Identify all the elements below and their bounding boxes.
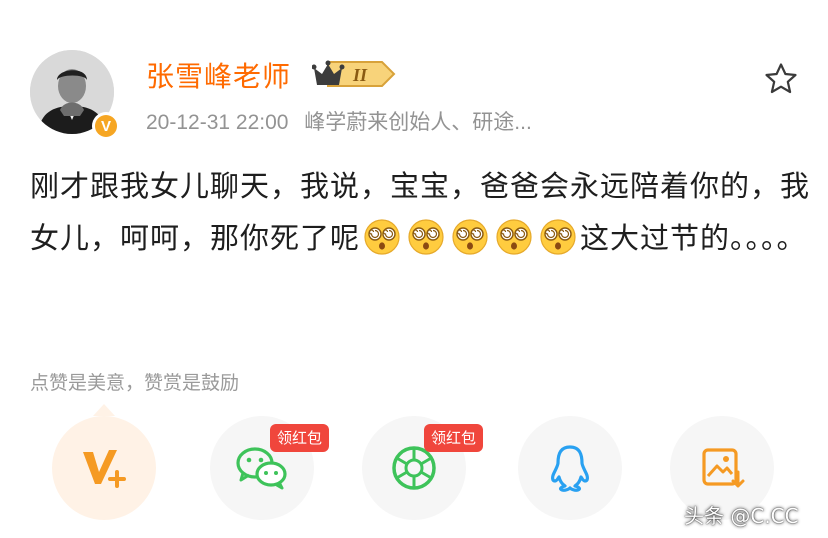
red-packet-badge-moments: 领红包 bbox=[424, 424, 484, 452]
dizzy-face-emoji bbox=[451, 218, 489, 256]
dizzy-face-emoji bbox=[539, 218, 577, 256]
selection-pointer bbox=[93, 404, 115, 416]
post-content: 刚才跟我女儿聊天，我说，宝宝，爸爸会永远陪着你的，我女儿，呵呵，那你死了呢 这大过… bbox=[30, 160, 810, 264]
emoji-group bbox=[360, 218, 580, 256]
save-image-icon bbox=[702, 448, 745, 488]
post-text-end: 这大过节的。。。。 bbox=[580, 221, 807, 255]
share-button-vplus[interactable] bbox=[52, 416, 156, 520]
author-name[interactable]: 张雪峰老师 bbox=[146, 55, 291, 95]
reward-tip: 点赞是美意，赞赏是鼓励 bbox=[30, 372, 240, 394]
favorite-star-icon[interactable] bbox=[764, 62, 798, 96]
post-time: 20-12-31 22:00 bbox=[146, 111, 289, 134]
level-crown-icon: II bbox=[312, 60, 396, 87]
qq-icon bbox=[551, 445, 589, 492]
verified-mark: V bbox=[95, 115, 117, 137]
share-button-qq[interactable] bbox=[518, 416, 622, 520]
verified-badge-icon: V bbox=[92, 112, 120, 140]
post-meta: 20-12-31 22:00 峰学蔚来创始人、研途... bbox=[146, 106, 532, 136]
dizzy-face-emoji bbox=[363, 218, 401, 256]
v-plus-icon bbox=[83, 450, 126, 488]
author-description: 峰学蔚来创始人、研途... bbox=[304, 111, 532, 134]
watermark: 头条 @C.CC bbox=[684, 504, 799, 528]
red-packet-badge-wechat: 领红包 bbox=[270, 424, 330, 452]
dizzy-face-emoji bbox=[495, 218, 533, 256]
level-badge-text: II bbox=[352, 65, 368, 85]
dizzy-face-emoji bbox=[407, 218, 445, 256]
